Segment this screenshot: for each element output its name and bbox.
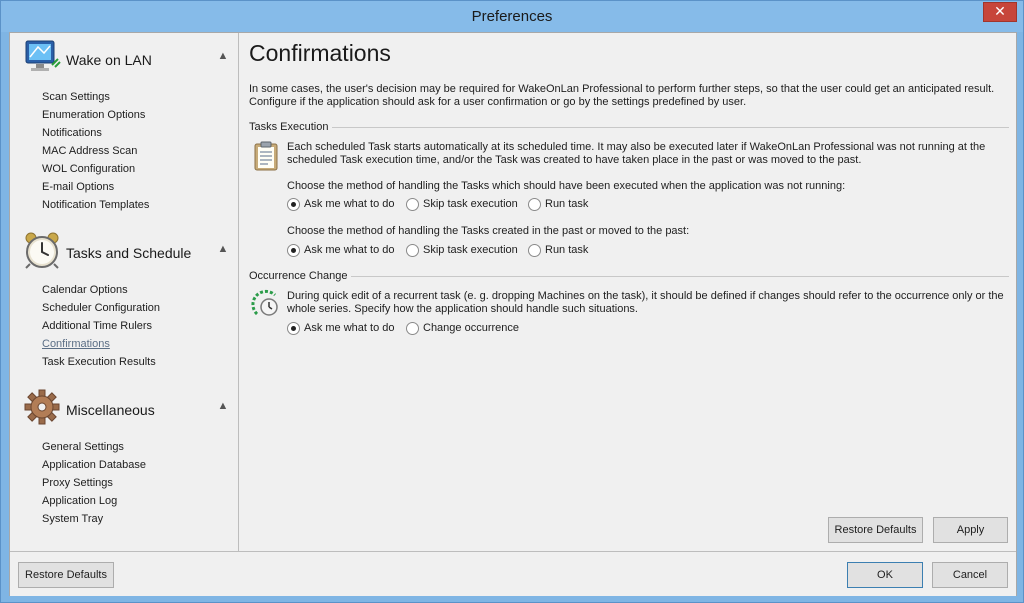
restore-defaults-all-button[interactable]: Restore Defaults (18, 562, 114, 588)
sidebar-item-application-database[interactable]: Application Database (42, 456, 146, 474)
window-title: Preferences (471, 8, 553, 25)
sidebar-item-enumeration-options[interactable]: Enumeration Options (42, 106, 149, 124)
restore-defaults-page-button[interactable]: Restore Defaults (828, 517, 923, 543)
radio-button[interactable] (406, 244, 419, 257)
sidebar: Wake on LAN ▲ Scan Settings Enumeration … (10, 33, 239, 551)
client-area: Wake on LAN ▲ Scan Settings Enumeration … (9, 32, 1017, 596)
tasks-execution-description: Each scheduled Task starts automatically… (287, 141, 986, 166)
radio-label: Skip task execution (423, 198, 518, 210)
group-title: Tasks and Schedule (66, 245, 192, 261)
section-divider (249, 276, 1009, 277)
section-divider (249, 127, 1009, 128)
radio-button-checked[interactable] (287, 244, 300, 257)
sidebar-item-notifications[interactable]: Notifications (42, 124, 149, 142)
sidebar-item-system-tray[interactable]: System Tray (42, 510, 146, 528)
group-header-miscellaneous[interactable]: Miscellaneous ▲ (20, 387, 230, 431)
radio-button-checked[interactable] (287, 198, 300, 211)
group-title: Miscellaneous (66, 402, 155, 418)
cancel-button[interactable]: Cancel (932, 562, 1008, 588)
radio-button[interactable] (528, 198, 541, 211)
radio-button[interactable] (528, 244, 541, 257)
occurrence-change-description: During quick edit of a recurrent task (e… (287, 290, 1004, 315)
ok-button[interactable]: OK (847, 562, 923, 588)
clipboard-list-icon (254, 141, 278, 171)
question-past-tasks: Choose the method of handling the Tasks … (287, 225, 690, 237)
group-header-tasks-and-schedule[interactable]: Tasks and Schedule ▲ (20, 230, 230, 274)
radio-label: Change occurrence (423, 322, 520, 334)
section-label-tasks-execution: Tasks Execution (249, 121, 333, 133)
sidebar-item-scan-settings[interactable]: Scan Settings (42, 88, 149, 106)
recurrence-clock-icon (251, 289, 278, 316)
sidebar-item-mac-address-scan[interactable]: MAC Address Scan (42, 142, 149, 160)
nav-list-miscellaneous: General Settings Application Database Pr… (42, 438, 146, 528)
main-panel: Confirmations In some cases, the user's … (240, 33, 1016, 551)
preferences-window: Preferences ✕ Wake on LAN ▲ Scan Setting… (0, 0, 1024, 603)
alarm-clock-icon (25, 232, 59, 269)
close-button[interactable]: ✕ (983, 2, 1017, 22)
sidebar-item-proxy-settings[interactable]: Proxy Settings (42, 474, 146, 492)
sidebar-item-confirmations[interactable]: Confirmations (42, 335, 160, 353)
chevron-up-icon[interactable]: ▲ (216, 243, 230, 257)
sidebar-item-application-log[interactable]: Application Log (42, 492, 146, 510)
group-title: Wake on LAN (66, 52, 152, 68)
section-label-occurrence-change: Occurrence Change (249, 270, 352, 282)
title-bar[interactable]: Preferences ✕ (1, 1, 1023, 32)
chevron-up-icon[interactable]: ▲ (216, 50, 230, 64)
apply-button[interactable]: Apply (933, 517, 1008, 543)
page-title: Confirmations (249, 40, 391, 66)
group-header-wake-on-lan[interactable]: Wake on LAN ▲ (20, 37, 230, 81)
sidebar-item-scheduler-configuration[interactable]: Scheduler Configuration (42, 299, 160, 317)
radio-label: Run task (545, 244, 589, 256)
radio-button[interactable] (406, 198, 419, 211)
nav-list-tasks-and-schedule: Calendar Options Scheduler Configuration… (42, 281, 160, 371)
radio-label: Run task (545, 198, 589, 210)
sidebar-item-calendar-options[interactable]: Calendar Options (42, 281, 160, 299)
dialog-footer: Restore Defaults OK Cancel (10, 551, 1016, 596)
intro-text: In some cases, the user's decision may b… (249, 83, 995, 108)
radio-button[interactable] (406, 322, 419, 335)
chevron-up-icon[interactable]: ▲ (216, 400, 230, 414)
gear-icon (24, 389, 60, 425)
question-not-running: Choose the method of handling the Tasks … (287, 180, 846, 192)
nav-list-wake-on-lan: Scan Settings Enumeration Options Notifi… (42, 88, 149, 214)
radio-label: Ask me what to do (304, 198, 395, 210)
sidebar-item-notification-templates[interactable]: Notification Templates (42, 196, 149, 214)
radio-label: Ask me what to do (304, 244, 395, 256)
sidebar-item-task-execution-results[interactable]: Task Execution Results (42, 353, 160, 371)
monitor-network-icon (25, 40, 61, 71)
radio-button-checked[interactable] (287, 322, 300, 335)
sidebar-item-additional-time-rulers[interactable]: Additional Time Rulers (42, 317, 160, 335)
radio-label: Skip task execution (423, 244, 518, 256)
sidebar-item-wol-configuration[interactable]: WOL Configuration (42, 160, 149, 178)
sidebar-item-general-settings[interactable]: General Settings (42, 438, 146, 456)
sidebar-item-email-options[interactable]: E-mail Options (42, 178, 149, 196)
radio-label: Ask me what to do (304, 322, 395, 334)
